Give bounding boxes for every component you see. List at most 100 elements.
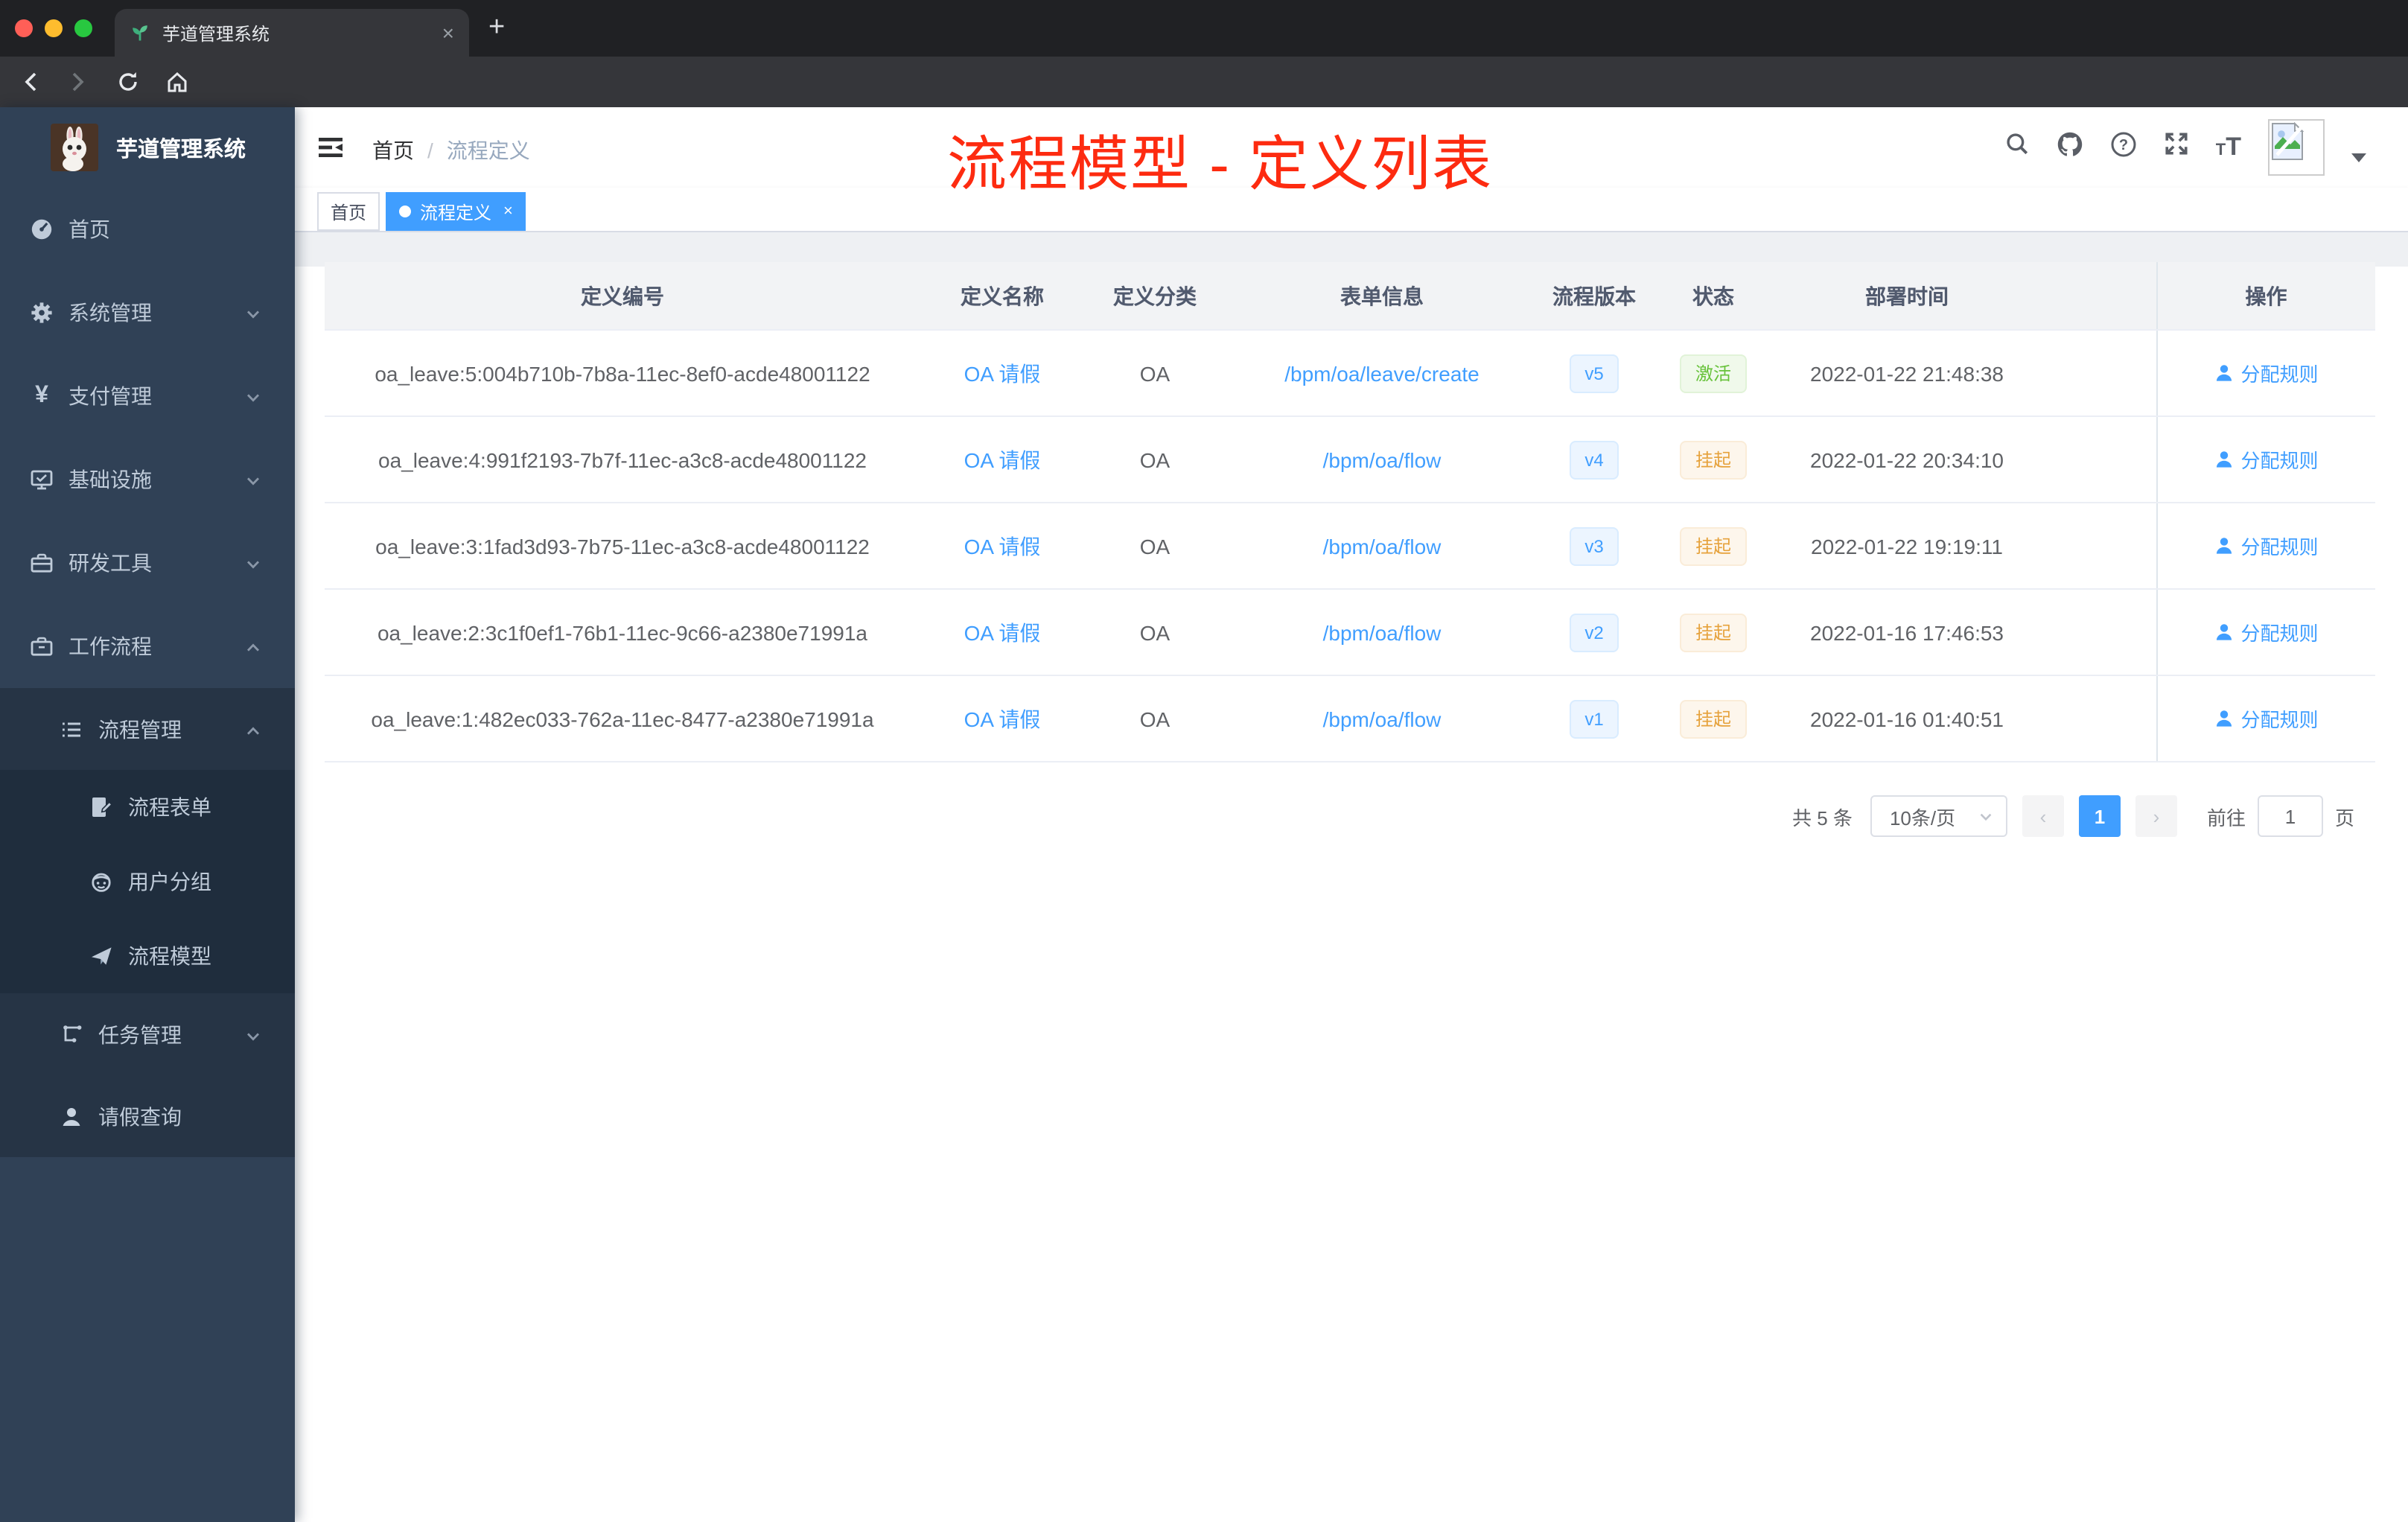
table-row: oa_leave:5:004b710b-7b8a-11ec-8ef0-acde4… <box>325 330 2375 417</box>
status-badge: 挂起 <box>1680 613 1746 652</box>
user-icon <box>2216 365 2232 381</box>
page-size-select[interactable]: 10条/页 <box>1870 795 2007 837</box>
pagination-total: 共 5 条 <box>1792 806 1853 829</box>
tab-title: 芋道管理系统 <box>162 23 270 44</box>
version-badge: v4 <box>1570 440 1619 479</box>
screen: 芋道管理系统 × + 不安全 dashboard.yudao.iocoder.c… <box>0 0 2408 1522</box>
cell-id: oa_leave:4:991f2193-7b7f-11ec-a3c8-acde4… <box>325 416 920 503</box>
sidebar-item-leave-query[interactable]: 请假查询 <box>0 1075 295 1157</box>
sidebar-item-user-group[interactable]: 用户分组 <box>0 844 295 919</box>
tag-close-icon[interactable]: × <box>503 203 513 220</box>
sidebar-item-devtools[interactable]: 研发工具 <box>0 521 295 605</box>
table-row: oa_leave:1:482ec033-762a-11ec-8477-a2380… <box>325 675 2375 762</box>
reload-icon[interactable] <box>113 67 143 97</box>
sidebar-logo[interactable]: 芋道管理系统 <box>0 107 295 188</box>
col-header-form: 表单信息 <box>1226 262 1538 331</box>
chevron-down-icon <box>244 304 262 328</box>
col-header-version: 流程版本 <box>1538 262 1650 331</box>
prev-page-button[interactable]: ‹ <box>2022 795 2064 837</box>
dashboard-icon <box>30 217 54 241</box>
fontsize-icon[interactable]: TT <box>2216 133 2241 162</box>
question-icon[interactable]: ? <box>2110 130 2137 165</box>
definition-name-link[interactable]: OA 请假 <box>964 361 1041 385</box>
col-header-deploy-time: 部署时间 <box>1777 262 2037 331</box>
sidebar-item-task-manage[interactable]: 任务管理 <box>0 993 295 1075</box>
chevron-down-icon <box>244 554 262 578</box>
sidebar-item-system[interactable]: 系统管理 <box>0 271 295 354</box>
robot-icon <box>89 870 113 894</box>
yen-icon: ¥ <box>35 383 48 408</box>
col-header-op: 操作 <box>2156 262 2375 331</box>
sidebar-item-process-manage[interactable]: 流程管理 <box>0 688 295 770</box>
maximize-window-button[interactable] <box>74 19 92 37</box>
sidebar-item-process-model[interactable]: 流程模型 <box>0 919 295 993</box>
next-page-button[interactable]: › <box>2135 795 2177 837</box>
search-icon[interactable] <box>2004 131 2030 164</box>
assign-rule-link[interactable]: 分配规则 <box>2214 618 2319 646</box>
chevron-down-icon <box>244 387 262 411</box>
caret-down-icon[interactable] <box>2351 153 2366 162</box>
sidebar-item-workflow[interactable]: 工作流程 <box>0 605 295 688</box>
sidebar-item-label: 任务管理 <box>98 1022 182 1046</box>
cell-deploy-time: 2022-01-16 01:40:51 <box>1777 675 2037 762</box>
definition-name-link[interactable]: OA 请假 <box>964 707 1041 730</box>
sidebar-item-home[interactable]: 首页 <box>0 188 295 271</box>
breadcrumb: 首页 / 流程定义 <box>372 136 530 165</box>
forward-icon[interactable] <box>63 67 92 97</box>
definition-name-link[interactable]: OA 请假 <box>964 448 1041 471</box>
assign-rule-link[interactable]: 分配规则 <box>2214 532 2319 560</box>
col-header-id: 定义编号 <box>325 262 920 331</box>
sidebar-toggle-icon[interactable] <box>316 133 345 162</box>
assign-rule-link[interactable]: 分配规则 <box>2214 359 2319 387</box>
assign-rule-link[interactable]: 分配规则 <box>2214 704 2319 733</box>
user-avatar-broken-image[interactable] <box>2268 119 2325 176</box>
col-header-status: 状态 <box>1650 262 1777 331</box>
sidebar-item-label: 用户分组 <box>128 870 211 894</box>
col-header-category: 定义分类 <box>1084 262 1226 331</box>
plant-favicon <box>133 25 147 41</box>
tag-home[interactable]: 首页 <box>317 192 380 231</box>
form-link[interactable]: /bpm/oa/leave/create <box>1284 361 1479 385</box>
close-window-button[interactable] <box>15 19 33 37</box>
chevron-down-icon <box>244 1025 262 1049</box>
minimize-window-button[interactable] <box>45 19 63 37</box>
back-icon[interactable] <box>16 67 46 97</box>
cell-deploy-time: 2022-01-22 20:34:10 <box>1777 416 2037 503</box>
sidebar-item-label: 流程表单 <box>128 795 211 819</box>
cell-category: OA <box>1084 503 1226 590</box>
sidebar-item-label: 工作流程 <box>69 634 152 658</box>
sidebar-item-process-form[interactable]: 流程表单 <box>0 770 295 844</box>
form-link[interactable]: /bpm/oa/flow <box>1323 707 1442 730</box>
new-tab-button[interactable]: + <box>488 12 505 45</box>
table-row: oa_leave:2:3c1f0ef1-76b1-11ec-9c66-a2380… <box>325 589 2375 676</box>
version-badge: v5 <box>1570 354 1619 392</box>
goto-page-input[interactable]: 1 <box>2257 795 2323 837</box>
version-badge: v2 <box>1570 613 1619 652</box>
definition-name-link[interactable]: OA 请假 <box>964 534 1041 558</box>
browser-tab[interactable]: 芋道管理系统 × <box>115 9 469 57</box>
form-link[interactable]: /bpm/oa/flow <box>1323 534 1442 558</box>
macos-window-controls[interactable] <box>15 19 92 37</box>
home-icon[interactable] <box>162 67 192 97</box>
form-link[interactable]: /bpm/oa/flow <box>1323 448 1442 471</box>
fullscreen-icon[interactable] <box>2164 131 2189 164</box>
chevron-down-icon <box>244 471 262 494</box>
form-link[interactable]: /bpm/oa/flow <box>1323 620 1442 644</box>
breadcrumb-home[interactable]: 首页 <box>372 136 414 165</box>
col-header-name: 定义名称 <box>920 262 1084 331</box>
page-unit-label: 页 <box>2334 806 2354 829</box>
github-icon[interactable] <box>2057 130 2083 165</box>
definition-name-link[interactable]: OA 请假 <box>964 620 1041 644</box>
tab-close-icon[interactable]: × <box>442 22 454 43</box>
cell-deploy-time: 2022-01-22 19:19:11 <box>1777 503 2037 590</box>
sidebar-item-infra[interactable]: 基础设施 <box>0 438 295 521</box>
current-page-button[interactable]: 1 <box>2078 795 2121 837</box>
user-icon <box>2216 538 2232 554</box>
assign-rule-link[interactable]: 分配规则 <box>2214 445 2319 474</box>
sidebar-item-payment[interactable]: ¥ 支付管理 <box>0 354 295 438</box>
cell-category: OA <box>1084 330 1226 417</box>
gear-icon <box>30 301 54 325</box>
cell-id: oa_leave:3:1fad3d93-7b75-11ec-a3c8-acde4… <box>325 503 920 590</box>
user-icon <box>2216 451 2232 468</box>
tag-process-definition[interactable]: 流程定义 × <box>386 192 526 231</box>
